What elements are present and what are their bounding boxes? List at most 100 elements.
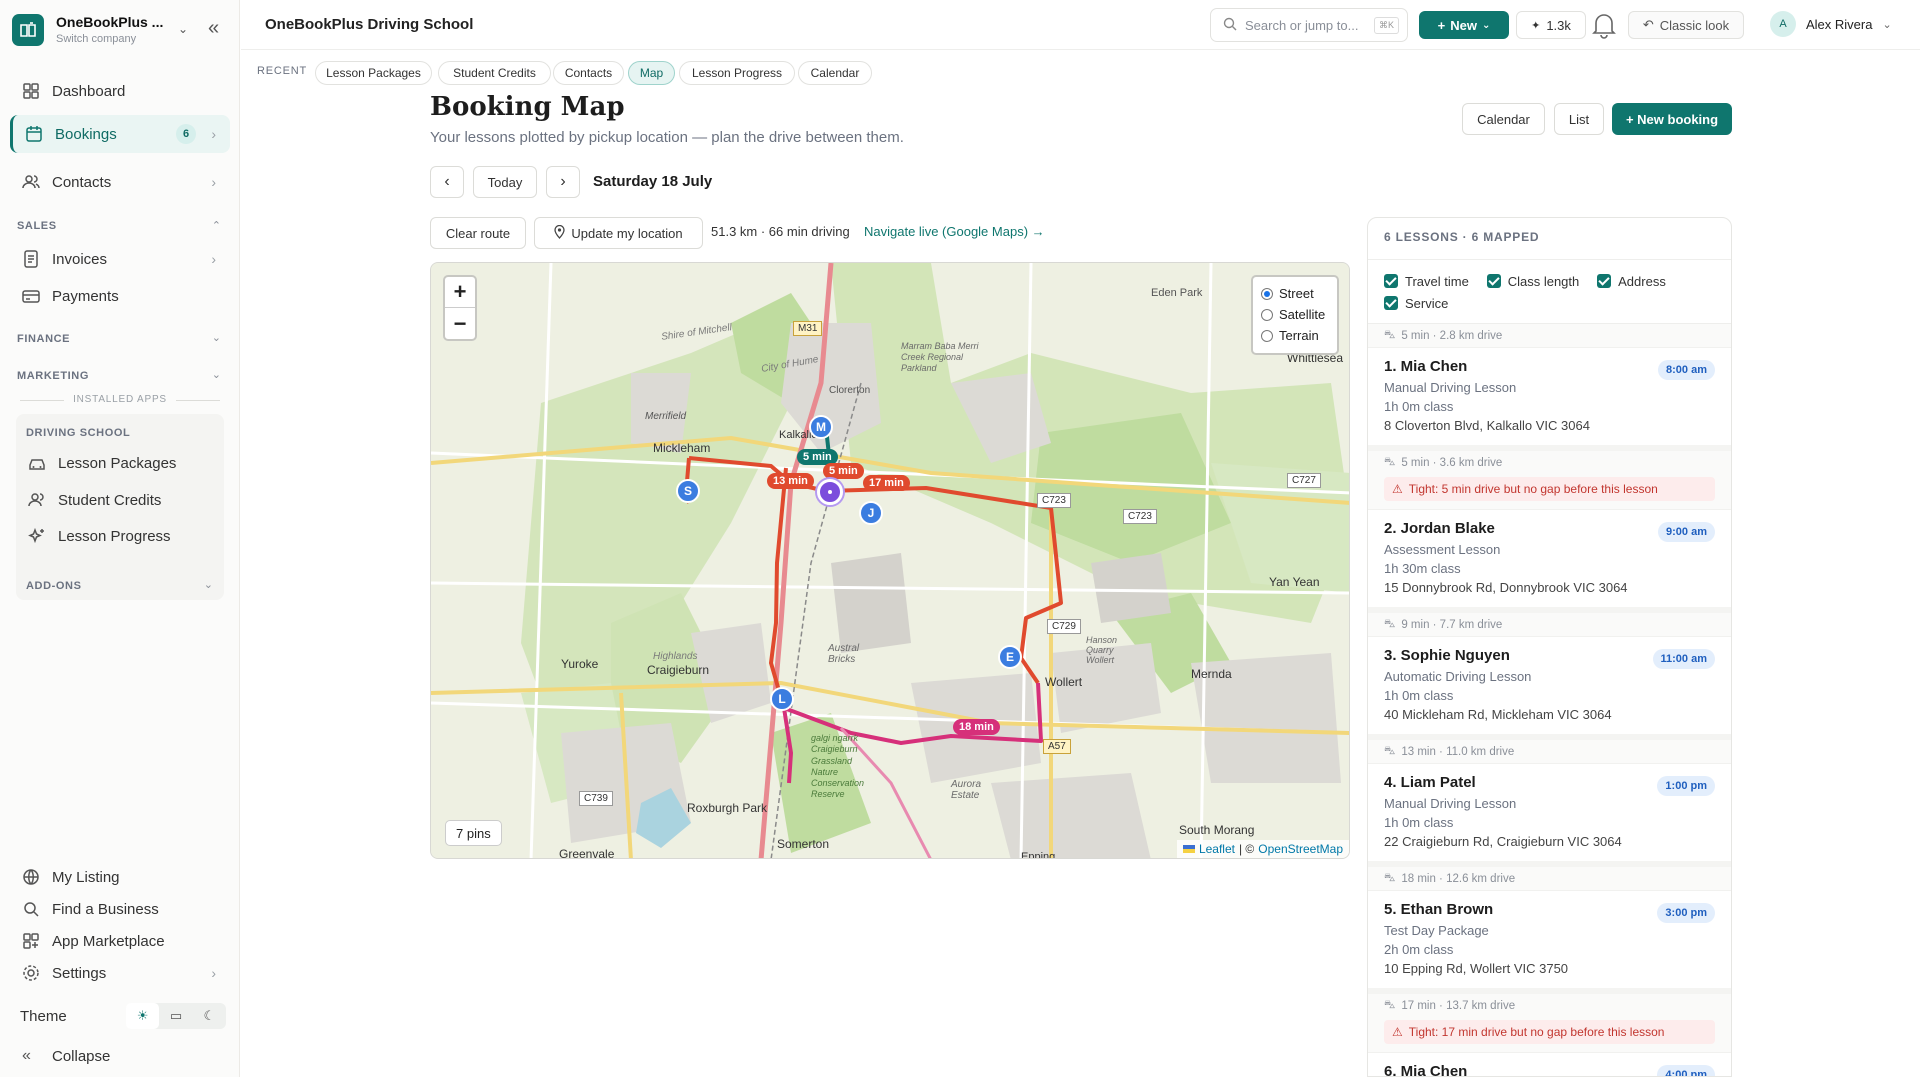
search-input[interactable]: Search or jump to... ⌘K	[1210, 8, 1408, 42]
pins-count-badge: 7 pins	[445, 820, 502, 846]
layer-option-terrain[interactable]: Terrain	[1261, 325, 1329, 346]
nav-my-listing[interactable]: My Listing	[10, 862, 230, 892]
booking-map[interactable]: Eden Park Whittlesea Shire of Mitchell C…	[430, 262, 1350, 859]
car-icon: ⛍	[1384, 744, 1396, 757]
classic-label: Classic look	[1659, 17, 1730, 33]
flag-icon	[1182, 845, 1195, 853]
nav-settings[interactable]: Settings ›	[10, 958, 230, 988]
lesson-card[interactable]: 1. Mia Chen 8:00 am Manual Driving Lesso…	[1368, 348, 1731, 451]
collapse-button[interactable]: « Collapse	[10, 1041, 230, 1071]
place-label: Mickleham	[653, 441, 711, 455]
search-icon	[22, 900, 40, 918]
zoom-out-button[interactable]: −	[445, 308, 475, 339]
users-icon	[28, 491, 46, 509]
sales-section-header[interactable]: SALES	[17, 220, 57, 232]
finance-section-header[interactable]: FINANCE	[17, 333, 70, 345]
filter-class-length[interactable]: Class length	[1486, 270, 1579, 292]
monitor-icon[interactable]: ▭	[159, 1003, 192, 1029]
drive-text: 18 min · 12.6 km drive	[1401, 872, 1516, 885]
osm-link[interactable]: OpenStreetMap	[1258, 842, 1343, 856]
selected-date: Saturday 18 July	[593, 173, 713, 190]
place-label: Clorerton	[829, 385, 871, 396]
nav-lesson-progress[interactable]: Lesson Progress	[28, 520, 218, 552]
calendar-view-button[interactable]: Calendar	[1462, 103, 1545, 135]
nav-lesson-packages[interactable]: Lesson Packages	[28, 447, 218, 479]
list-view-button[interactable]: List	[1554, 103, 1604, 135]
recent-chip-student-credits[interactable]: Student Credits	[438, 61, 551, 85]
lesson-length: 1h 0m class	[1384, 688, 1454, 703]
navigate-live-link[interactable]: Navigate live (Google Maps) →	[864, 224, 1045, 239]
filter-address[interactable]: Address	[1597, 270, 1666, 292]
lesson-card[interactable]: 3. Sophie Nguyen 11:00 am Automatic Driv…	[1368, 637, 1731, 740]
nav-bookings[interactable]: Bookings 6 ›	[10, 115, 230, 153]
nav-app-marketplace[interactable]: App Marketplace	[10, 926, 230, 956]
filter-travel-time[interactable]: Travel time	[1384, 270, 1469, 292]
nav-contacts[interactable]: Contacts ›	[10, 163, 230, 201]
classic-look-button[interactable]: ↶ Classic look	[1628, 11, 1744, 39]
addons-header[interactable]: ADD-ONS	[26, 580, 82, 592]
new-button[interactable]: + New ⌄	[1419, 11, 1509, 39]
bell-icon[interactable]	[1591, 10, 1617, 40]
collapse-sidebar-icon[interactable]: «	[208, 16, 219, 40]
new-booking-button[interactable]: + New booking	[1612, 103, 1732, 135]
chevron-down-icon[interactable]: ⌄	[204, 578, 213, 591]
today-button[interactable]: Today	[473, 166, 537, 198]
update-location-button[interactable]: Update my location	[534, 217, 703, 249]
chevron-down-icon[interactable]: ⌄	[212, 368, 221, 381]
chevron-right-icon: ›	[211, 965, 216, 981]
marketing-section-header[interactable]: MARKETING	[17, 370, 89, 382]
map-pin-m[interactable]: M	[809, 415, 833, 439]
recent-chip-map[interactable]: Map	[628, 61, 675, 85]
lesson-time-badge: 8:00 am	[1658, 360, 1715, 380]
layer-option-street[interactable]: Street	[1261, 283, 1329, 304]
user-menu[interactable]: A Alex Rivera ⌄	[1770, 11, 1892, 37]
next-day-button[interactable]: ›	[546, 166, 580, 198]
installed-apps-divider: INSTALLED APPS	[20, 394, 220, 405]
nav-student-credits[interactable]: Student Credits	[28, 484, 218, 516]
leaflet-link[interactable]: Leaflet	[1199, 842, 1235, 856]
moon-icon[interactable]: ☾	[193, 1003, 226, 1029]
nav-label: Bookings	[55, 125, 117, 143]
lesson-card[interactable]: 2. Jordan Blake 9:00 am Assessment Lesso…	[1368, 510, 1731, 613]
installed-apps-label: INSTALLED APPS	[73, 394, 167, 405]
drive-time-label: 5 min	[823, 463, 864, 479]
chevron-down-icon[interactable]: ⌄	[212, 331, 221, 344]
nav-find-business[interactable]: Find a Business	[10, 894, 230, 924]
page-title: Booking Map	[430, 92, 625, 122]
car-icon: ⛍	[1384, 328, 1396, 341]
calendar-icon	[25, 125, 43, 143]
recent-chip-lesson-packages[interactable]: Lesson Packages	[315, 61, 432, 85]
nav-dashboard[interactable]: Dashboard	[10, 72, 230, 110]
credits-button[interactable]: ✦ 1.3k	[1516, 11, 1586, 39]
map-pin-s[interactable]: S	[676, 479, 700, 503]
chevron-down-icon: ⌄	[1882, 18, 1892, 31]
sun-icon[interactable]: ☀	[126, 1003, 160, 1029]
map-pin-j[interactable]: J	[859, 501, 883, 525]
nav-label: Invoices	[52, 250, 108, 268]
recent-chip-calendar[interactable]: Calendar	[798, 61, 872, 85]
nav-invoices[interactable]: Invoices ›	[10, 240, 230, 278]
nav-payments[interactable]: Payments	[10, 277, 230, 315]
company-switcher[interactable]: OneBookPlus ... Switch company ⌄ «	[12, 12, 232, 48]
recent-chip-contacts[interactable]: Contacts	[553, 61, 624, 85]
recent-chip-lesson-progress[interactable]: Lesson Progress	[679, 61, 795, 85]
lesson-card[interactable]: 5. Ethan Brown 3:00 pm Test Day Package …	[1368, 891, 1731, 994]
globe-icon	[22, 868, 40, 886]
chevron-up-icon[interactable]: ⌃	[212, 219, 221, 232]
road-shield: C723	[1123, 509, 1157, 524]
warning-text: Tight: 17 min drive but no gap before th…	[1408, 1025, 1665, 1039]
prev-day-button[interactable]: ‹	[430, 166, 464, 198]
chevron-down-icon[interactable]: ⌄	[178, 22, 188, 36]
filter-service[interactable]: Service	[1384, 292, 1448, 314]
map-pin-e[interactable]: E	[998, 645, 1022, 669]
layer-option-satellite[interactable]: Satellite	[1261, 304, 1329, 325]
map-pin-l[interactable]: L	[770, 687, 794, 711]
route-stats: 51.3 km · 66 min driving	[711, 224, 850, 239]
zoom-in-button[interactable]: +	[445, 277, 475, 308]
lesson-service: Manual Driving Lesson	[1384, 796, 1517, 811]
clear-route-button[interactable]: Clear route	[430, 217, 526, 249]
car-icon: ⛍	[1384, 871, 1396, 884]
lesson-card[interactable]: 6. Mia Chen 4:00 pm	[1368, 1053, 1731, 1076]
theme-toggle[interactable]: ☀ ▭ ☾	[126, 1003, 226, 1029]
lesson-card[interactable]: 4. Liam Patel 1:00 pm Manual Driving Les…	[1368, 764, 1731, 867]
